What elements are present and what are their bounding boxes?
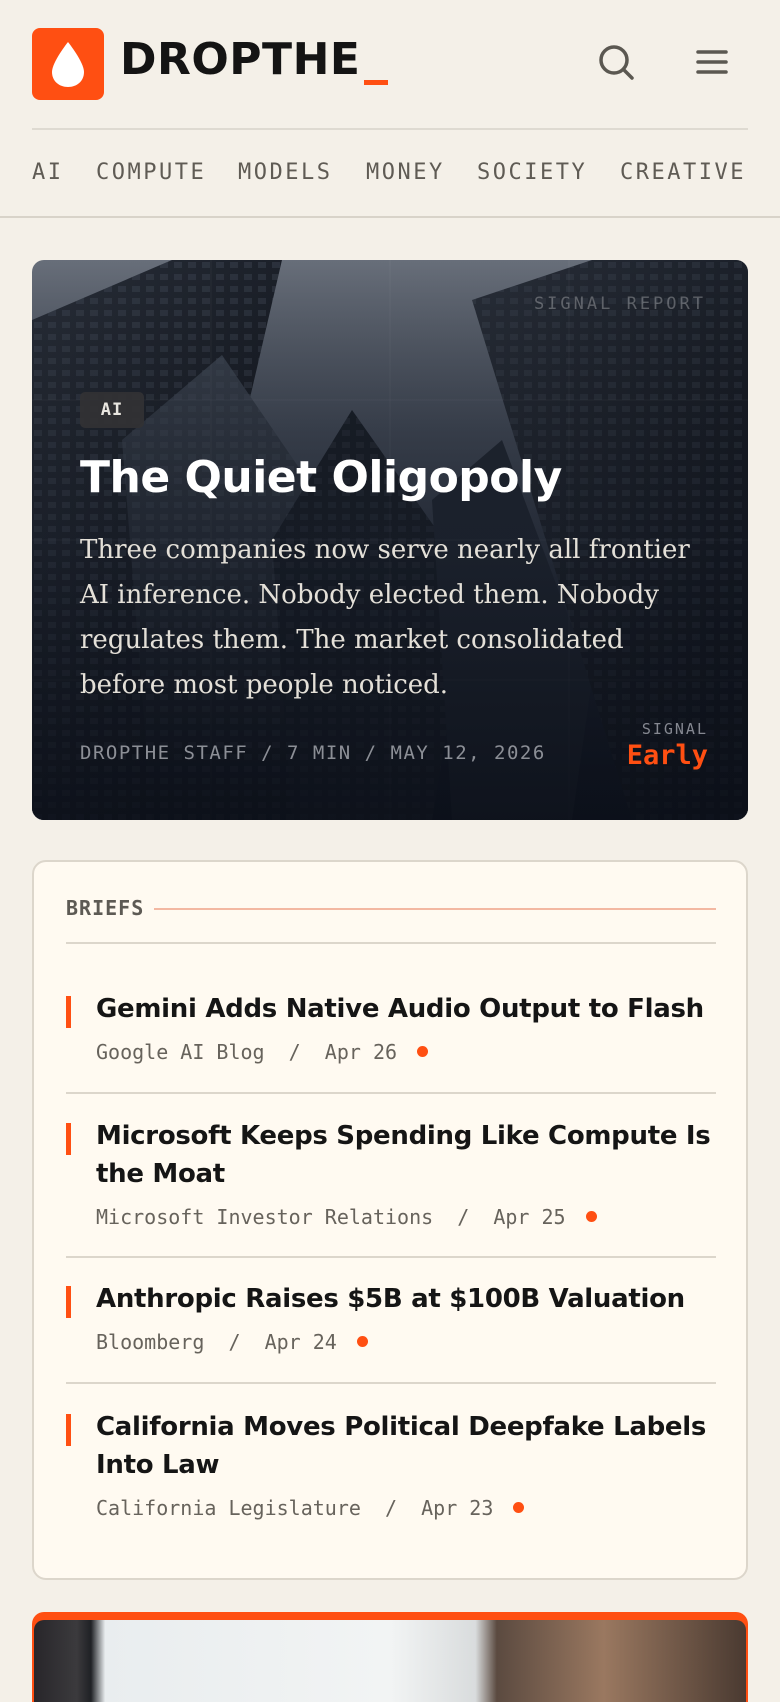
briefs-panel: BRIEFS Gemini Adds Native Audio Output t… xyxy=(32,860,748,1580)
dashboard-laptop-image xyxy=(34,1620,746,1702)
brief-title[interactable]: Anthropic Raises $5B at $100B Valuation xyxy=(96,1280,716,1318)
nav-item-money[interactable]: MONEY xyxy=(366,157,445,189)
menu-icon xyxy=(696,50,728,74)
menu-button[interactable] xyxy=(690,40,734,84)
brief-divider xyxy=(66,1092,716,1094)
brief-item[interactable]: Gemini Adds Native Audio Output to Flash… xyxy=(66,990,716,1070)
hero-kicker: SIGNAL REPORT xyxy=(533,294,706,314)
brief-title[interactable]: Gemini Adds Native Audio Output to Flash xyxy=(96,990,716,1028)
status-dot-icon xyxy=(356,1336,368,1347)
next-article-card[interactable] xyxy=(32,1612,748,1702)
brief-item[interactable]: Anthropic Raises $5B at $100B Valuation … xyxy=(66,1280,716,1360)
brief-meta: Microsoft Investor Relations / Apr 25 xyxy=(96,1205,597,1229)
site-header: DROPTHE xyxy=(0,0,780,130)
brief-item[interactable]: California Moves Political Deepfake Labe… xyxy=(66,1408,716,1528)
status-dot-icon xyxy=(417,1046,429,1057)
hero-byline: DROPTHE STAFF / 7 MIN / MAY 12, 2026 xyxy=(80,742,546,764)
drop-logo-icon[interactable] xyxy=(32,28,104,100)
brief-item[interactable]: Microsoft Keeps Spending Like Compute Is… xyxy=(66,1117,716,1237)
nav-item-models[interactable]: MODELS xyxy=(238,157,332,189)
briefs-heading: BRIEFS xyxy=(66,896,145,920)
brief-meta: California Legislature / Apr 23 xyxy=(96,1496,525,1520)
signal-value: Early xyxy=(626,740,708,771)
brief-divider xyxy=(66,1382,716,1384)
status-dot-icon xyxy=(513,1502,525,1513)
signal-label: SIGNAL xyxy=(641,720,708,738)
brief-meta: Google AI Blog / Apr 26 xyxy=(96,1040,429,1064)
hero-title[interactable]: The Quiet Oligopoly xyxy=(80,450,700,506)
brief-divider xyxy=(66,1256,716,1258)
brief-title[interactable]: California Moves Political Deepfake Labe… xyxy=(96,1408,716,1484)
brief-accent-bar xyxy=(66,996,71,1028)
category-nav: AI COMPUTE MODELS MONEY SOCIETY CREATIVE xyxy=(0,130,780,218)
briefs-heading-line xyxy=(154,908,716,910)
brand-name[interactable]: DROPTHE xyxy=(120,32,360,88)
brand-cursor xyxy=(364,80,388,85)
search-icon xyxy=(599,45,634,80)
brief-meta: Bloomberg / Apr 24 xyxy=(96,1330,368,1354)
briefs-divider xyxy=(66,942,716,944)
brief-title[interactable]: Microsoft Keeps Spending Like Compute Is… xyxy=(96,1117,716,1193)
search-button[interactable] xyxy=(594,40,638,84)
nav-item-compute[interactable]: COMPUTE xyxy=(96,157,206,189)
nav-item-society[interactable]: SOCIETY xyxy=(477,157,587,189)
category-tag[interactable]: AI xyxy=(80,392,144,428)
nav-item-ai[interactable]: AI xyxy=(32,157,64,189)
hero-article-card[interactable]: SIGNAL REPORT AI The Quiet Oligopoly Thr… xyxy=(32,260,748,820)
brief-accent-bar xyxy=(66,1123,71,1155)
status-dot-icon xyxy=(585,1211,597,1222)
brief-accent-bar xyxy=(66,1286,71,1318)
hero-dek: Three companies now serve nearly all fro… xyxy=(80,535,690,700)
brief-accent-bar xyxy=(66,1414,71,1446)
nav-item-creative[interactable]: CREATIVE xyxy=(620,157,746,189)
